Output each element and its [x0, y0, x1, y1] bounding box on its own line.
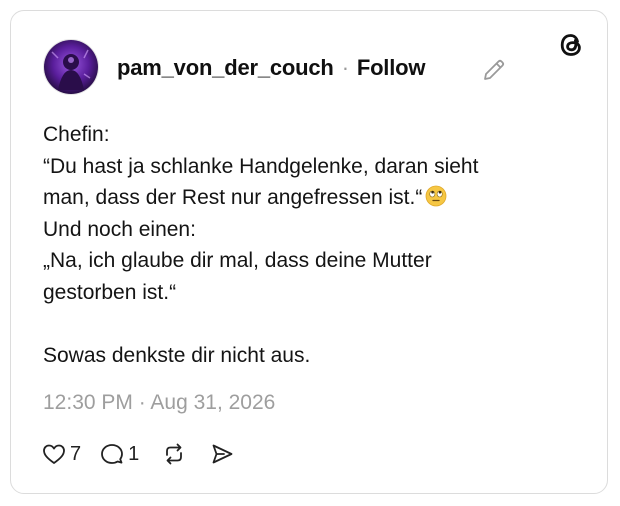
- post-line: man, dass der Rest nur angefressen ist.“: [43, 182, 563, 214]
- repost-icon: [161, 441, 187, 467]
- avatar-image: [44, 40, 98, 94]
- pencil-icon[interactable]: [481, 57, 507, 83]
- share-button[interactable]: [209, 441, 235, 467]
- speech-bubble-icon: [99, 441, 125, 467]
- send-icon: [209, 441, 235, 467]
- follow-button[interactable]: Follow: [357, 55, 426, 80]
- post-line-text: man, dass der Rest nur angefressen ist.“: [43, 186, 423, 209]
- repost-button[interactable]: [161, 441, 187, 467]
- rolling-eyes-emoji-icon: [425, 185, 447, 207]
- post-header: pam_von_der_couch · Follow: [117, 55, 425, 81]
- reply-button[interactable]: 1: [99, 441, 139, 467]
- post-line: Und noch einen:: [43, 217, 196, 241]
- post-line: „Na, ich glaube dir mal, dass deine Mutt…: [43, 249, 432, 272]
- heart-icon: [41, 441, 67, 467]
- post-card: pam_von_der_couch · Follow Chefin: “Du has…: [10, 10, 608, 494]
- reply-count: 1: [128, 442, 140, 465]
- post-line: Sowas denkste dir nicht aus.: [43, 343, 311, 367]
- post-text: Chefin: “Du hast ja schlanke Handgelenke…: [43, 119, 563, 371]
- post-line: Chefin:: [43, 123, 110, 146]
- like-button[interactable]: 7: [41, 441, 81, 467]
- post-actions: 7 1: [41, 439, 235, 469]
- post-line: gestorben ist.“: [43, 280, 177, 304]
- separator-dot: ·: [341, 55, 349, 80]
- post-line-blank: [43, 308, 563, 340]
- post-timestamp[interactable]: 12:30 PM · Aug 31, 2026: [43, 391, 275, 415]
- avatar[interactable]: [43, 39, 99, 95]
- username-link[interactable]: pam_von_der_couch: [117, 55, 334, 80]
- threads-logo-icon[interactable]: [557, 31, 585, 59]
- like-count: 7: [70, 442, 82, 465]
- post-line: “Du hast ja schlanke Handgelenke, daran …: [43, 154, 479, 178]
